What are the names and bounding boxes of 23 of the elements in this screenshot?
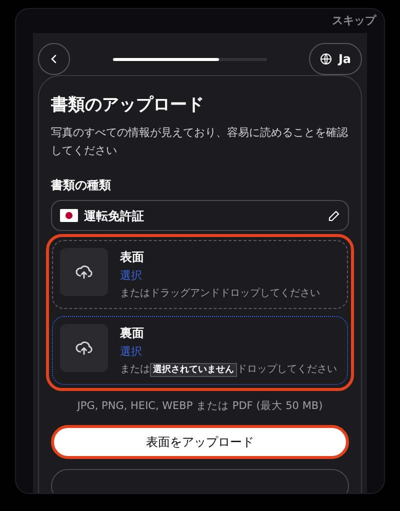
cloud-upload-icon <box>75 263 93 281</box>
globe-icon <box>320 53 332 65</box>
flag-icon <box>60 209 78 222</box>
pencil-icon <box>328 210 340 222</box>
cloud-upload-icon <box>75 339 93 357</box>
upload-dropzone[interactable]: 表面 選択 またはドラッグアンドドロップしてください <box>52 240 348 309</box>
drag-drop-hint: または <box>120 363 150 377</box>
upload-button[interactable]: 表面をアップロード <box>51 424 349 459</box>
skip-link[interactable]: スキップ <box>332 12 376 30</box>
back-button[interactable] <box>38 43 70 75</box>
select-value: 運転免許証 <box>84 208 145 224</box>
tooltip: 選択されていません <box>150 362 237 376</box>
side-title: 裏面 <box>120 325 145 341</box>
side-title: 表面 <box>120 249 145 265</box>
document-type-select[interactable]: 運転免許証 <box>51 200 349 231</box>
page-title: 書類のアップロード <box>51 94 205 116</box>
drag-drop-hint: またはドラッグアンドドロップしてください <box>120 286 320 301</box>
format-note: JPG, PNG, HEIC, WEBP または PDF (最大 50 MB) <box>76 399 324 414</box>
drag-drop-hint: ドロップしてください <box>237 362 337 377</box>
description: 写真のすべての情報が見えており、容易に読めることを確認してください <box>51 125 349 159</box>
upload-dropzone[interactable]: 裏面 選択 または 選択されていません ドロップしてください <box>52 316 348 385</box>
language-button[interactable]: Ja <box>309 43 362 75</box>
field-label: 書類の種類 <box>51 177 112 194</box>
